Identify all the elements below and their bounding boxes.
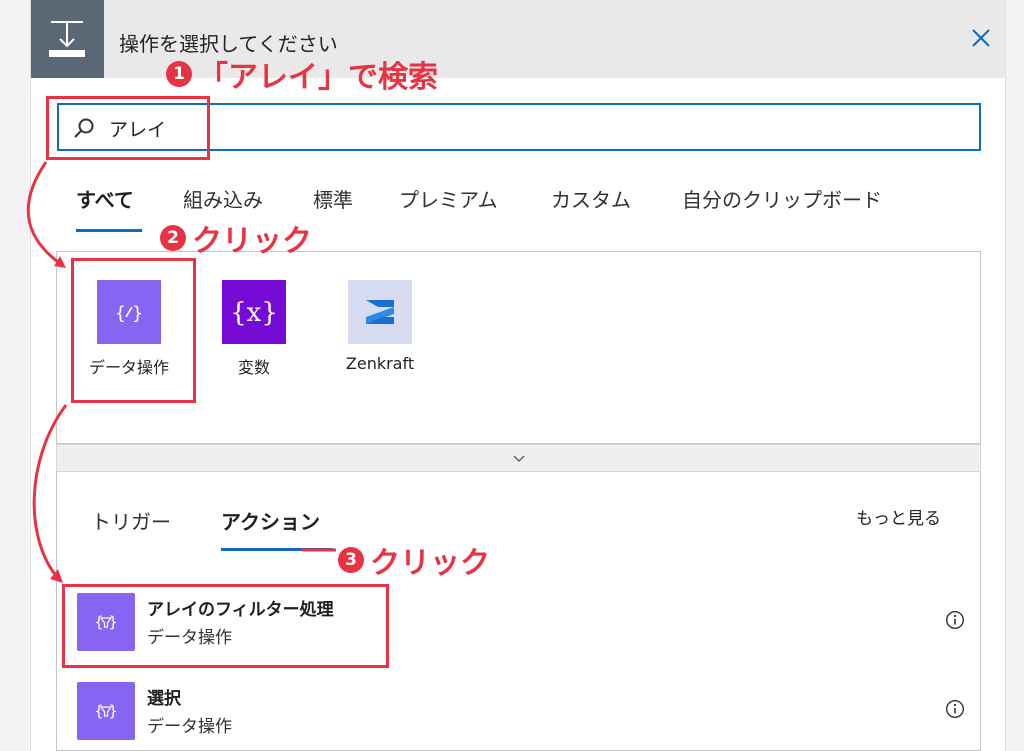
arrow-step-2-to-3 bbox=[32, 404, 68, 579]
arrow-step-1-to-2 bbox=[26, 161, 63, 267]
annotation-arrows bbox=[26, 161, 336, 583]
